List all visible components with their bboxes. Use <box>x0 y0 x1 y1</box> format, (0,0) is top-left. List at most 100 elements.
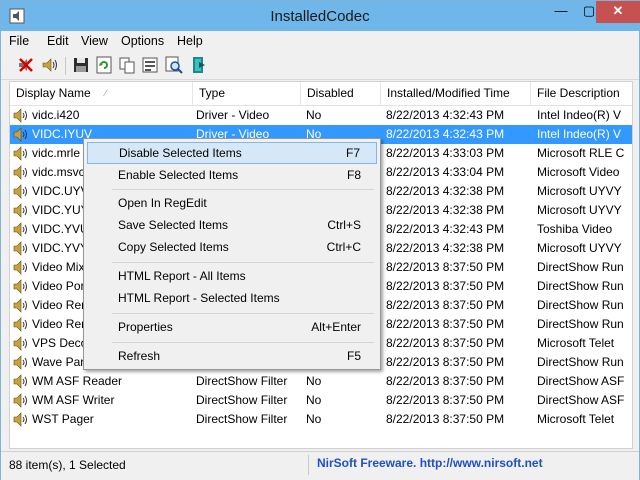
menu-item-enable-selected[interactable]: Enable Selected Items F8 <box>87 164 377 186</box>
menu-item-open-regedit[interactable]: Open In RegEdit <box>87 192 377 214</box>
cell-installed-time: 8/22/2013 8:37:50 PM <box>386 298 505 312</box>
disable-items-icon[interactable] <box>16 55 36 75</box>
cell-file-description: Microsoft UYVY <box>537 241 622 255</box>
menu-bar: File Edit View Options Help <box>1 31 639 51</box>
column-header-type[interactable]: Type <box>193 82 301 105</box>
cell-installed-time: 8/22/2013 4:32:43 PM <box>386 222 505 236</box>
cell-file-description: Intel Indeo(R) V <box>537 127 622 141</box>
speaker-icon <box>13 260 27 275</box>
cell-file-description: Microsoft RLE C <box>537 146 625 160</box>
speaker-icon <box>13 412 27 427</box>
cell-installed-time: 8/22/2013 4:33:04 PM <box>386 165 505 179</box>
column-header-display-name[interactable]: Display Name ⁄ <box>10 82 193 105</box>
status-item-count: 88 item(s), 1 Selected <box>9 458 126 472</box>
cell-type: Driver - Video <box>196 108 270 122</box>
enable-items-icon[interactable] <box>40 55 60 75</box>
cell-file-description: Microsoft Telet <box>537 412 615 426</box>
speaker-icon <box>13 165 27 180</box>
cell-file-description: DirectShow Run <box>537 298 624 312</box>
cell-file-description: Microsoft UYVY <box>537 203 622 217</box>
cell-installed-time: 8/22/2013 8:37:50 PM <box>386 355 505 369</box>
cell-installed-time: 8/22/2013 4:32:43 PM <box>386 127 505 141</box>
save-icon[interactable] <box>71 55 91 75</box>
cell-file-description: Microsoft UYVY <box>537 184 622 198</box>
title-bar[interactable]: InstalledCodec — ▢ ✕ <box>1 1 640 31</box>
speaker-icon <box>13 393 27 408</box>
speaker-icon <box>13 355 27 370</box>
context-menu: Disable Selected Items F7 Enable Selected… <box>83 138 381 370</box>
speaker-icon <box>13 317 27 332</box>
cell-file-description: Microsoft Telet <box>537 336 615 350</box>
cell-display-name: vidc.i420 <box>32 108 80 122</box>
menu-file[interactable]: File <box>9 34 29 48</box>
table-row[interactable]: WST Pager DirectShow Filter No 8/22/2013 8:… <box>10 410 632 429</box>
menu-view[interactable]: View <box>81 34 108 48</box>
minimize-button[interactable]: — <box>547 1 575 23</box>
cell-file-description: DirectShow ASF <box>537 393 625 407</box>
cell-installed-time: 8/22/2013 8:37:50 PM <box>386 393 505 407</box>
table-row[interactable]: WM ASF Reader DirectShow Filter No 8/22/201… <box>10 372 632 391</box>
refresh-icon[interactable] <box>94 55 114 75</box>
cell-installed-time: 8/22/2013 4:33:03 PM <box>386 146 505 160</box>
speaker-icon <box>13 108 27 123</box>
copy-icon[interactable] <box>117 55 137 75</box>
cell-type: DirectShow Filter <box>196 393 288 407</box>
menu-edit[interactable]: Edit <box>47 34 69 48</box>
cell-installed-time: 8/22/2013 8:37:50 PM <box>386 279 505 293</box>
cell-file-description: DirectShow Run <box>537 355 624 369</box>
speaker-icon <box>13 203 27 218</box>
status-divider <box>308 455 309 475</box>
list-header: Display Name ⁄ Type Disabled Installed/Mo… <box>10 82 632 106</box>
cell-display-name: WM ASF Writer <box>32 393 115 407</box>
properties-icon[interactable] <box>140 55 160 75</box>
exit-icon[interactable] <box>189 55 209 75</box>
cell-installed-time: 8/22/2013 4:32:43 PM <box>386 108 505 122</box>
cell-file-description: DirectShow Run <box>537 317 624 331</box>
column-header-file-description[interactable]: File Description <box>531 82 632 105</box>
cell-installed-time: 8/22/2013 4:32:38 PM <box>386 184 505 198</box>
menu-item-properties[interactable]: Properties Alt+Enter <box>87 316 377 338</box>
speaker-icon <box>13 241 27 256</box>
menu-item-save-selected[interactable]: Save Selected Items Ctrl+S <box>87 214 377 236</box>
menu-item-refresh[interactable]: Refresh F5 <box>87 345 377 367</box>
close-button[interactable]: ✕ <box>596 1 640 23</box>
cell-file-description: Intel Indeo(R) V <box>537 108 622 122</box>
cell-installed-time: 8/22/2013 8:37:50 PM <box>386 260 505 274</box>
table-row[interactable]: WM ASF Writer DirectShow Filter No 8/22/201… <box>10 391 632 410</box>
cell-file-description: DirectShow Run <box>537 279 624 293</box>
cell-type: DirectShow Filter <box>196 374 288 388</box>
window-title: InstalledCodec <box>270 8 370 25</box>
cell-installed-time: 8/22/2013 4:32:38 PM <box>386 203 505 217</box>
toolbar <box>1 52 639 80</box>
speaker-icon <box>13 184 27 199</box>
menu-item-disable-selected[interactable]: Disable Selected Items F7 <box>87 142 377 164</box>
find-icon[interactable] <box>164 55 184 75</box>
cell-disabled: No <box>306 393 322 407</box>
column-header-installed-time[interactable]: Installed/Modified Time <box>381 82 531 105</box>
speaker-icon <box>13 127 27 142</box>
cell-installed-time: 8/22/2013 8:37:50 PM <box>386 317 505 331</box>
toolbar-separator <box>65 57 66 75</box>
speaker-icon <box>13 279 27 294</box>
menu-item-html-report-all[interactable]: HTML Report - All Items <box>87 265 377 287</box>
cell-display-name: WST Pager <box>32 412 94 426</box>
column-header-disabled[interactable]: Disabled <box>301 82 381 105</box>
menu-help[interactable]: Help <box>177 34 203 48</box>
speaker-icon <box>13 336 27 351</box>
menu-options[interactable]: Options <box>121 34 164 48</box>
app-window: InstalledCodec — ▢ ✕ File Edit View Opti… <box>0 0 640 480</box>
menu-separator <box>112 262 374 263</box>
cell-installed-time: 8/22/2013 8:37:50 PM <box>386 374 505 388</box>
speaker-icon <box>13 222 27 237</box>
menu-item-copy-selected[interactable]: Copy Selected Items Ctrl+C <box>87 236 377 258</box>
cell-disabled: No <box>306 374 322 388</box>
menu-item-html-report-selected[interactable]: HTML Report - Selected Items <box>87 287 377 309</box>
menu-separator <box>112 189 374 190</box>
cell-installed-time: 8/22/2013 8:37:50 PM <box>386 412 505 426</box>
cell-file-description: DirectShow ASF <box>537 374 625 388</box>
cell-type: DirectShow Filter <box>196 412 288 426</box>
cell-display-name: WM ASF Reader <box>32 374 123 388</box>
cell-installed-time: 8/22/2013 8:37:50 PM <box>386 336 505 350</box>
table-row[interactable]: vidc.i420 Driver - Video No 8/22/2013 4:32:… <box>10 106 632 125</box>
nirsoft-link[interactable]: NirSoft Freeware. http://www.nirsoft.net <box>317 456 543 470</box>
